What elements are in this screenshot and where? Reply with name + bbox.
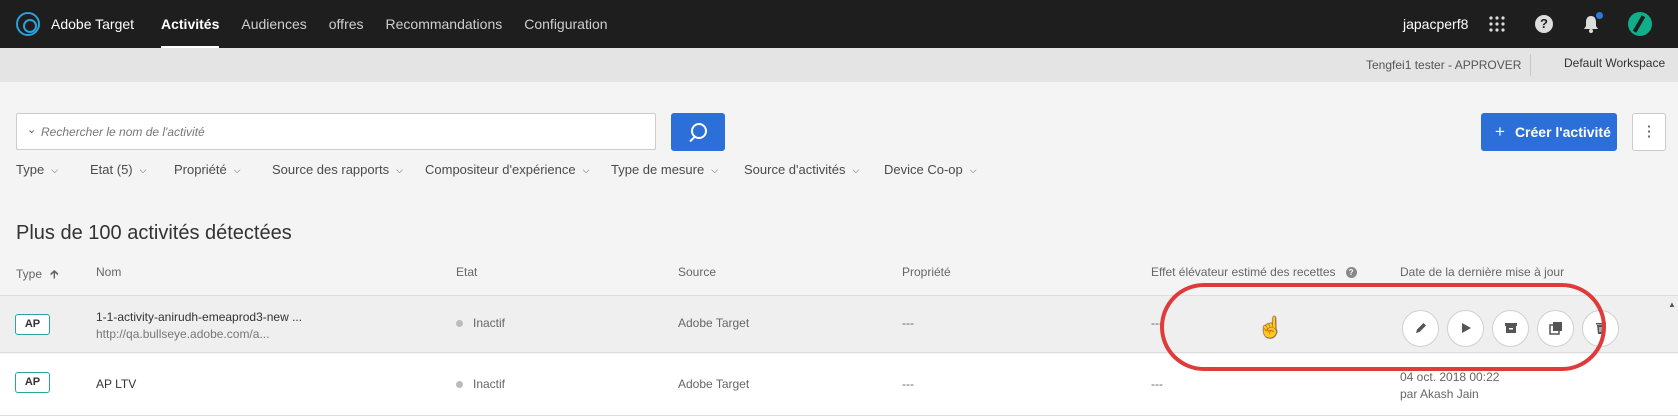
column-header-name[interactable]: Nom — [96, 265, 121, 279]
activity-lift: --- — [1151, 377, 1163, 391]
type-badge: AP — [15, 372, 50, 393]
workspace-bar: Tengfei1 tester - APPROVER Default Works… — [0, 48, 1678, 82]
column-header-last-updated[interactable]: Date de la dernière mise à jour — [1400, 265, 1564, 279]
nav-offers[interactable]: offres — [318, 0, 375, 48]
nav-recommendations[interactable]: Recommandations — [375, 0, 514, 48]
chevron-down-icon: ⌵ — [969, 165, 977, 175]
filter-label: Type de mesure — [611, 162, 705, 177]
filter-metric-type[interactable]: Type de mesure ⌵ — [611, 162, 718, 177]
activity-name[interactable]: 1-1-activity-anirudh-emeaprod3-new ... — [96, 310, 302, 324]
logo-icon[interactable] — [16, 12, 40, 36]
last-updated-date: 04 oct. 2018 00:22 — [1400, 370, 1500, 384]
notification-dot — [1596, 12, 1603, 19]
plus-icon: + — [1495, 122, 1505, 141]
chevron-down-icon: ⌵ — [711, 165, 719, 175]
divider — [1530, 54, 1531, 76]
column-label: Type — [16, 267, 43, 281]
search-input[interactable] — [41, 114, 641, 149]
filter-device-coop[interactable]: Device Co-op ⌵ — [884, 162, 977, 177]
type-badge: AP — [15, 314, 50, 335]
filter-label: Type — [16, 162, 45, 177]
app-title[interactable]: Adobe Target — [51, 16, 134, 32]
activity-property: --- — [902, 377, 914, 391]
filter-label: Device Co-op — [884, 162, 963, 177]
column-header-source[interactable]: Source — [678, 265, 716, 279]
column-header-property[interactable]: Propriété — [902, 265, 951, 279]
column-header-type[interactable]: Type 🡱 — [16, 265, 59, 286]
chevron-down-icon: ⌵ — [139, 165, 147, 175]
chevron-down-icon: ⌵ — [396, 165, 403, 175]
nav-activities[interactable]: Activités — [150, 0, 230, 48]
apps-grid-icon[interactable] — [1486, 13, 1508, 35]
create-activity-label: Créer l'activité — [1514, 124, 1611, 140]
status-dot — [456, 320, 463, 327]
filter-property[interactable]: Propriété ⌵ — [174, 162, 241, 177]
activity-url: http://qa.bullseye.adobe.com/a... — [96, 327, 270, 341]
chevron-down-icon: ⌵ — [852, 165, 860, 175]
activity-status: Inactif — [473, 316, 506, 330]
search-box[interactable]: ⌄ — [16, 113, 656, 150]
highlight-ellipse — [1160, 283, 1606, 371]
main-nav: Activités Audiences offres Recommandatio… — [150, 0, 619, 48]
nav-audiences[interactable]: Audiences — [230, 0, 317, 48]
help-icon[interactable]: ? — [1535, 15, 1553, 33]
column-header-lift[interactable]: Effet élévateur estimé des recettes? — [1151, 265, 1357, 279]
user-name[interactable]: japacperf8 — [1403, 16, 1468, 32]
filter-state[interactable]: Etat (5) ⌵ — [90, 162, 146, 177]
filter-type[interactable]: Type ⌵ — [16, 162, 58, 177]
top-navigation-bar: Adobe Target Activités Audiences offres … — [0, 0, 1678, 48]
filter-report-source[interactable]: Source des rapports ⌵ — [272, 162, 403, 177]
nav-configuration[interactable]: Configuration — [513, 0, 618, 48]
filter-label: Source des rapports — [272, 162, 390, 177]
activity-status: Inactif — [473, 377, 506, 391]
results-count: Plus de 100 activités détectées — [16, 222, 292, 244]
filter-label: Propriété — [174, 162, 227, 177]
activity-source: Adobe Target — [678, 316, 750, 330]
column-label: Effet élévateur estimé des recettes — [1151, 265, 1336, 279]
chevron-down-icon: ⌵ — [233, 165, 241, 175]
scroll-up-arrow[interactable]: ▲ — [1668, 300, 1676, 309]
search-button[interactable] — [671, 113, 725, 151]
avatar[interactable] — [1628, 12, 1652, 36]
filter-experience-composer[interactable]: Compositeur d'expérience ⌵ — [425, 162, 589, 177]
activity-source: Adobe Target — [678, 377, 750, 391]
status-dot — [456, 381, 463, 388]
filter-activity-source[interactable]: Source d'activités ⌵ — [744, 162, 859, 177]
sort-up-icon[interactable]: 🡱 — [50, 267, 59, 281]
help-icon[interactable]: ? — [1345, 267, 1357, 278]
activity-name[interactable]: AP LTV — [96, 377, 136, 391]
last-updated-by: par Akash Jain — [1400, 387, 1479, 401]
more-icon[interactable]: ⋮ — [1632, 113, 1666, 151]
chevron-down-icon[interactable]: ⌄ — [27, 123, 36, 136]
workspace-selector[interactable]: Default Workspace — [1564, 56, 1665, 70]
tester-role: Tengfei1 tester - APPROVER — [1366, 58, 1522, 72]
chevron-down-icon: ⌵ — [582, 165, 590, 175]
filter-label: Source d'activités — [744, 162, 846, 177]
chevron-down-icon: ⌵ — [51, 165, 59, 175]
column-header-state[interactable]: Etat — [456, 265, 477, 279]
filter-label: Etat (5) — [90, 162, 133, 177]
cursor-hand-icon: ☝ — [1258, 317, 1283, 339]
activity-property: --- — [902, 316, 914, 330]
filter-label: Compositeur d'expérience — [425, 162, 576, 177]
create-activity-button[interactable]: + Créer l'activité — [1481, 113, 1617, 151]
